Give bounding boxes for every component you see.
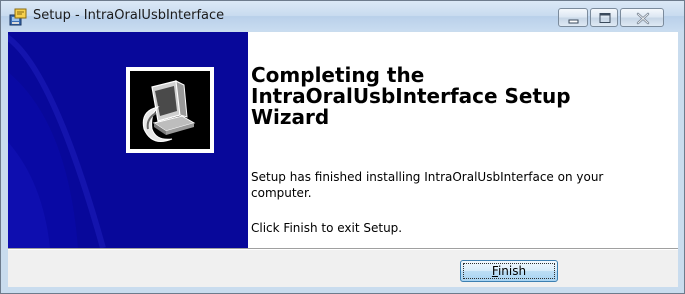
minimize-icon	[568, 19, 579, 24]
finished-message-line-1: Setup has finished installing IntraOralU…	[251, 170, 604, 184]
close-button[interactable]	[620, 8, 664, 27]
close-icon	[636, 12, 650, 25]
finish-label-rest: inish	[497, 264, 527, 278]
wizard-image	[126, 67, 214, 153]
minimize-button[interactable]	[558, 8, 588, 27]
computer-install-icon	[142, 80, 196, 142]
wizard-side-banner	[8, 32, 248, 248]
title-bar[interactable]: Setup - IntraOralUsbInterface	[1, 1, 684, 31]
wizard-client-area: Completing the IntraOralUsbInterface Set…	[8, 32, 678, 287]
setup-installer-icon[interactable]	[9, 8, 27, 26]
finish-button[interactable]: Finish	[460, 260, 558, 282]
finish-button-label: Finish	[492, 264, 526, 278]
heading-line-2: IntraOralUsbInterface Setup	[251, 84, 571, 108]
window-title: Setup - IntraOralUsbInterface	[33, 8, 225, 23]
setup-window: Setup - IntraOralUsbInterface Completing…	[0, 0, 685, 294]
wizard-footer: Finish	[8, 250, 678, 287]
maximize-icon	[599, 13, 611, 23]
heading-line-1: Completing the	[251, 63, 425, 87]
finished-message-line-2: computer.	[251, 186, 312, 200]
heading-line-3: Wizard	[251, 105, 330, 129]
maximize-button[interactable]	[590, 8, 618, 27]
exit-instruction: Click Finish to exit Setup.	[251, 221, 403, 235]
wizard-heading: Completing the IntraOralUsbInterface Set…	[251, 65, 661, 128]
